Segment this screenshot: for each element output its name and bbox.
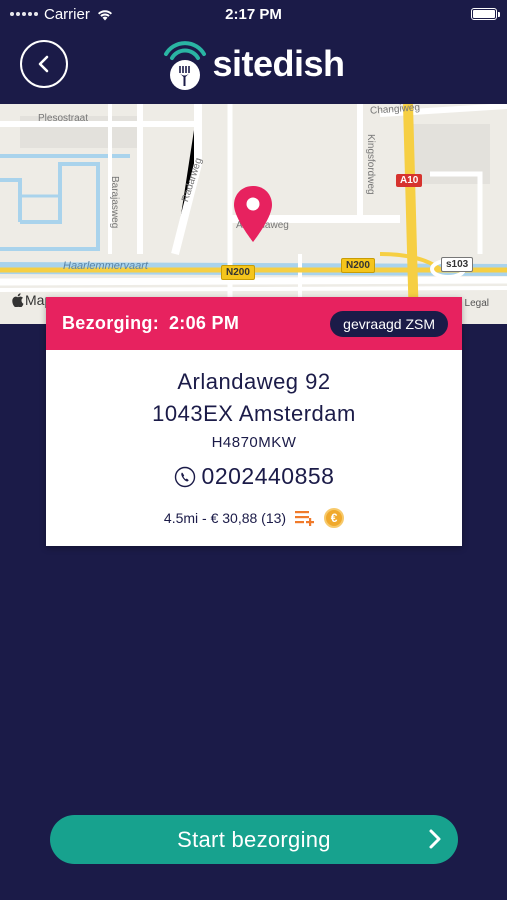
location-pin-icon: [234, 186, 272, 242]
order-card[interactable]: Bezorging: 2:06 PM gevraagd ZSM Arlandawe…: [46, 297, 462, 546]
start-delivery-label: Start bezorging: [177, 826, 331, 852]
address-city: 1043EX Amsterdam: [152, 401, 356, 426]
chevron-left-icon: [38, 55, 49, 73]
start-delivery-button[interactable]: Start bezorging: [50, 815, 458, 864]
phone-row[interactable]: 0202440858: [46, 463, 462, 490]
battery-icon: [471, 8, 500, 20]
map-label-plesostraat: Plesostraat: [38, 113, 89, 124]
asap-badge: gevraagd ZSM: [330, 310, 448, 337]
map-label-kingsfordweg: Kingsfordweg: [365, 134, 376, 195]
delivery-time-title: Bezorging: 2:06 PM: [62, 313, 239, 334]
status-bar: Carrier 2:17 PM: [0, 0, 507, 28]
carrier-group: Carrier: [10, 6, 114, 23]
chevron-right-icon: [429, 829, 441, 849]
order-meta-row: 4.5mi - € 30,88 (13) €: [46, 508, 462, 528]
signal-icon: [10, 12, 38, 16]
logo-text: sitedish: [212, 43, 345, 84]
legal-link[interactable]: Legal: [465, 298, 489, 309]
euro-icon: €: [324, 508, 345, 528]
road-badge-n200-left: N200: [221, 265, 255, 280]
apple-icon: [12, 293, 24, 307]
delivery-time: 2:06 PM: [169, 313, 240, 333]
map-label-barajasweg: Barajasweg: [109, 176, 120, 229]
carrier-label: Carrier: [44, 5, 90, 23]
order-card-body: Arlandaweg 92 1043EX Amsterdam H4870MKW …: [46, 350, 462, 528]
address-street: Arlandaweg 92: [177, 369, 331, 394]
sitedish-logo: sitedish: [162, 37, 345, 91]
phone-icon: [174, 466, 195, 487]
phone-number: 0202440858: [201, 463, 335, 489]
wifi-icon: [97, 9, 112, 20]
order-code: H4870MKW: [211, 434, 297, 451]
delivery-label: Bezorging:: [62, 313, 159, 333]
road-badge-a10: A10: [396, 174, 423, 187]
order-meta: 4.5mi - € 30,88 (13): [163, 510, 287, 526]
logo-wifi-fork-icon: [164, 41, 207, 90]
order-card-header: Bezorging: 2:06 PM gevraagd ZSM: [46, 297, 462, 350]
app-header: sitedish: [0, 28, 507, 104]
road-badge-n200-right: N200: [341, 258, 375, 273]
list-add-icon[interactable]: [294, 509, 316, 527]
road-badge-s103: s103: [441, 257, 474, 272]
map-label-haarlemmervaart: Haarlemmervaart: [63, 260, 148, 272]
back-button[interactable]: [20, 40, 68, 88]
status-time: 2:17 PM: [225, 5, 282, 23]
